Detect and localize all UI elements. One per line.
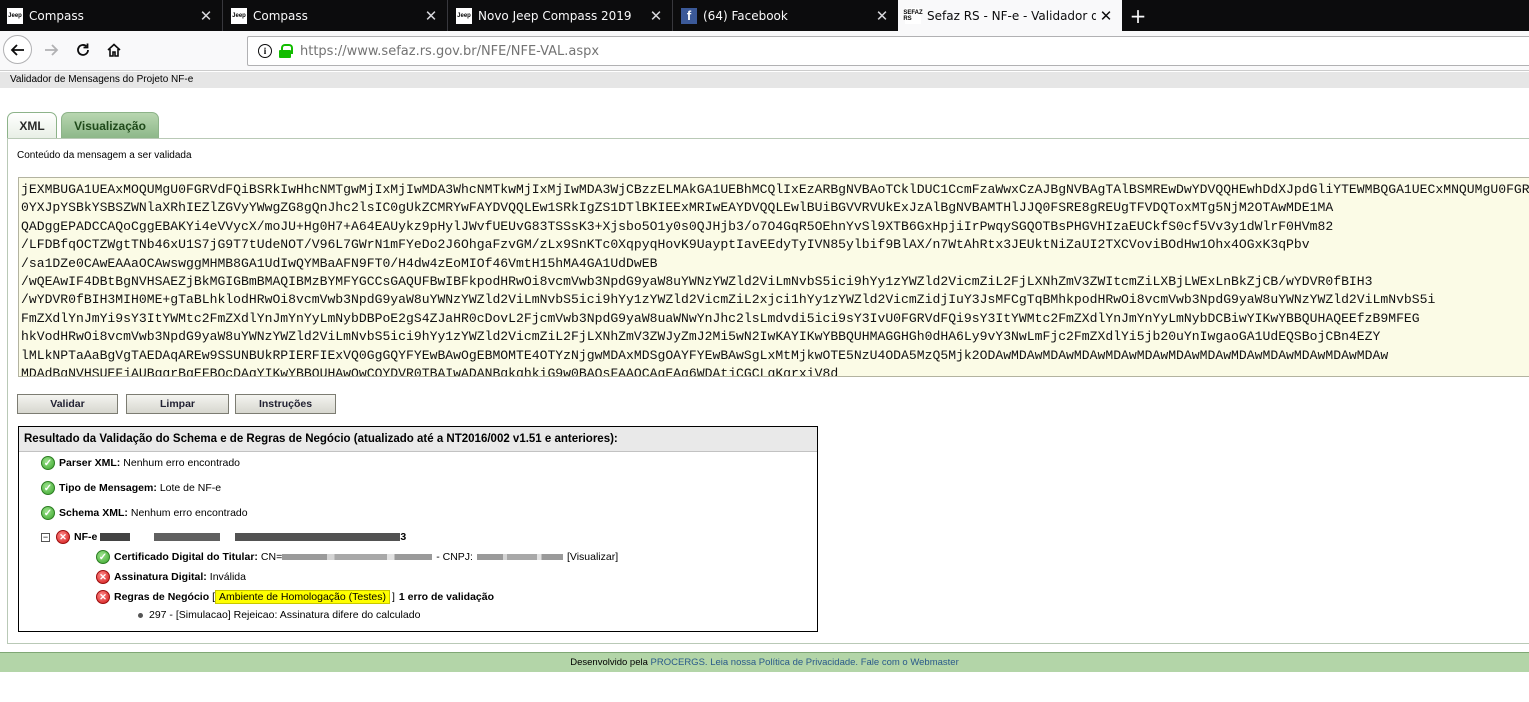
validar-button[interactable]: Validar [17,394,118,414]
limpar-button[interactable]: Limpar [126,394,229,414]
textarea-line: /wYDVR0fBIH3MIH0ME+gTaBLhklodHRwOi8vcmVw… [21,292,1436,308]
textarea-line: MDAdBgNVHSUEFjAUBggrBgEFBQcDAgYIKwYBBQUH… [21,366,839,377]
assinatura-label: Assinatura Digital: [114,571,207,583]
error-icon: ✕ [56,530,70,544]
instrucoes-button[interactable]: Instruções [235,394,336,414]
textarea-line: 0YXJpYSBkYSBSZWNlaXRhIEZlZGVyYWwgZG8gQnJ… [21,200,1334,216]
certificado-label: Certificado Digital do Titular: [114,551,258,563]
error-item: 297 - [Simulacao] Rejeicao: Assinatura d… [138,609,420,621]
tab-close-icon[interactable]: ✕ [646,7,666,25]
content-label: Conteúdo da mensagem a ser validada [17,150,192,161]
browser-tab[interactable]: Jeep Compass ✕ [224,0,448,31]
tab-visualizacao[interactable]: Visualização [61,112,159,138]
result-header: Resultado da Validação do Schema e de Re… [19,427,817,452]
certificado-row: ✓ Certificado Digital do Titular: CN= - … [96,550,618,564]
tab-close-icon[interactable]: ✕ [1096,7,1116,25]
parser-row: ✓ Parser XML: Nenhum erro encontrado [41,456,240,470]
page-header-strip: Validador de Mensagens do Projeto NF-e [0,72,1529,88]
new-tab-icon[interactable]: + [1125,0,1151,31]
error-icon: ✕ [96,570,110,584]
error-item-text: 297 - [Simulacao] Rejeicao: Assinatura d… [149,609,421,621]
parser-label: Parser XML: [59,457,121,469]
facebook-favicon-icon: f [681,7,697,24]
sefaz-favicon-icon: SEFAZ RS [903,7,923,24]
nfe-suffix: 3 [400,531,407,543]
page-content: Validador de Mensagens do Projeto NF-e X… [0,72,1529,702]
browser-tab-active[interactable]: SEFAZ RS Sefaz RS - NF-e - Validador de … [898,0,1122,31]
browser-tab-strip: Jeep Compass ✕ Jeep Compass ✕ Jeep Novo … [0,0,1529,31]
check-icon: ✓ [41,456,55,470]
page-footer: Desenvolvido pela PROCERGS. Leia nossa P… [0,652,1529,672]
textarea-line: jEXMBUGA1UEAxMOQUMgU0FGRVdFQiBSRkIwHhcNM… [21,182,1529,197]
message-textarea[interactable]: jEXMBUGA1UEAxMOQUMgU0FGRVdFQiBSRkIwHhcNM… [18,177,1529,377]
tab-close-icon[interactable]: ✕ [196,7,216,25]
browser-tab[interactable]: Jeep Novo Jeep Compass 2019 ✕ [449,0,673,31]
tab-close-icon[interactable]: ✕ [421,7,441,25]
redacted-cnpj [476,554,563,560]
error-icon: ✕ [96,590,110,604]
visualizar-link[interactable]: [Visualizar] [567,551,618,563]
schema-label: Schema XML: [59,507,128,519]
nfe-row: − ✕ NF-e 3 [41,530,409,544]
tipo-value: Lote de NF-e [159,482,222,494]
reload-icon[interactable] [68,35,98,65]
parser-value: Nenhum erro encontrado [123,457,241,469]
privacy-link[interactable]: Leia nossa Política de Privacidade. [710,657,858,668]
tab-title: Sefaz RS - NF-e - Validador de Mensagens [927,8,1096,23]
redacted-key [100,533,401,541]
page-title: Validador de Mensagens do Projeto NF-e [10,74,194,85]
regras-row: ✕ Regras de Negócio [ Ambiente de Homolo… [96,590,497,604]
schema-row: ✓ Schema XML: Nenhum erro encontrado [41,506,248,520]
jeep-favicon-icon: Jeep [456,7,472,24]
validator-panel: Conteúdo da mensagem a ser validada jEXM… [7,138,1529,644]
check-icon: ✓ [41,506,55,520]
textarea-line: lMLkNPTaAaBgVgTAEDAqAREw9SSUNBUkRPIERFIE… [21,347,1389,363]
navigation-toolbar: i https://www.sefaz.rs.gov.br/NFE/NFE-VA… [0,31,1529,71]
jeep-favicon-icon: Jeep [7,7,23,24]
textarea-line: FmZXdlYnJmYi9sY3ItYWMtc2FmZXdlYnJmYnYyLm… [21,310,1420,326]
certificado-cnpj: - CNPJ: [436,551,473,563]
assinatura-value: Inválida [209,571,246,583]
tab-title: Novo Jeep Compass 2019 [478,8,632,23]
nfe-label: NF-e [74,531,98,543]
textarea-line: QADggEPADCCAQoCggEBAKYi4eVVycX/moJU+Hg0H… [21,218,1334,234]
jeep-favicon-icon: Jeep [231,7,247,24]
validation-result-box: Resultado da Validação do Schema e de Re… [18,426,818,632]
tab-close-icon[interactable]: ✕ [872,7,892,25]
back-arrow-icon[interactable] [3,35,32,64]
schema-value: Nenhum erro encontrado [130,507,248,519]
tipo-row: ✓ Tipo de Mensagem: Lote de NF-e [41,481,221,495]
error-count: 1 erro de validação [398,591,495,603]
tab-title: Compass [29,8,84,23]
bullet-icon [138,612,143,618]
bracket-close: ] [391,591,395,603]
textarea-line: /wQEAwIF4DBtBgNVHSAEZjBkMGIGBmBMAQIBMzBY… [21,274,1373,290]
home-icon[interactable] [99,35,129,65]
check-icon: ✓ [96,550,110,564]
webmaster-link[interactable]: Fale com o Webmaster [861,657,959,668]
tipo-label: Tipo de Mensagem: [59,482,157,494]
textarea-line: /sa1DZe0CAwEAAaOCAwswggMHMB8GA1UdIwQYMBa… [21,255,658,271]
forward-arrow-icon[interactable] [36,35,66,65]
tab-title: Compass [253,8,308,23]
certificado-cn: CN= [260,551,283,563]
tab-xml[interactable]: XML [7,112,57,138]
lock-icon[interactable] [279,44,293,58]
address-bar[interactable]: i https://www.sefaz.rs.gov.br/NFE/NFE-VA… [247,36,1529,66]
tab-title: (64) Facebook [703,8,788,23]
info-icon[interactable]: i [258,44,272,58]
redacted-name [282,554,433,560]
procergs-link[interactable]: PROCERGS. [651,657,708,668]
footer-prefix: Desenvolvido pela [570,657,648,668]
check-icon: ✓ [41,481,55,495]
browser-tab[interactable]: Jeep Compass ✕ [0,0,223,31]
assinatura-row: ✕ Assinatura Digital: Inválida [96,570,246,584]
url-text[interactable]: https://www.sefaz.rs.gov.br/NFE/NFE-VAL.… [300,44,599,59]
browser-tab[interactable]: f (64) Facebook ✕ [674,0,898,31]
textarea-line: hkVodHRwOi8vcmVwb3NpdG9yaW8uYWNzYWZld2Vi… [21,329,1381,345]
regras-label: Regras de Negócio [114,591,210,603]
collapse-icon[interactable]: − [41,532,50,542]
textarea-line: /LFDBfqOCTZWgtTNb46xU1S7jG9T7tUdeNOT/V96… [21,237,1310,253]
ambiente-badge: Ambiente de Homologação (Testes) [215,590,390,604]
